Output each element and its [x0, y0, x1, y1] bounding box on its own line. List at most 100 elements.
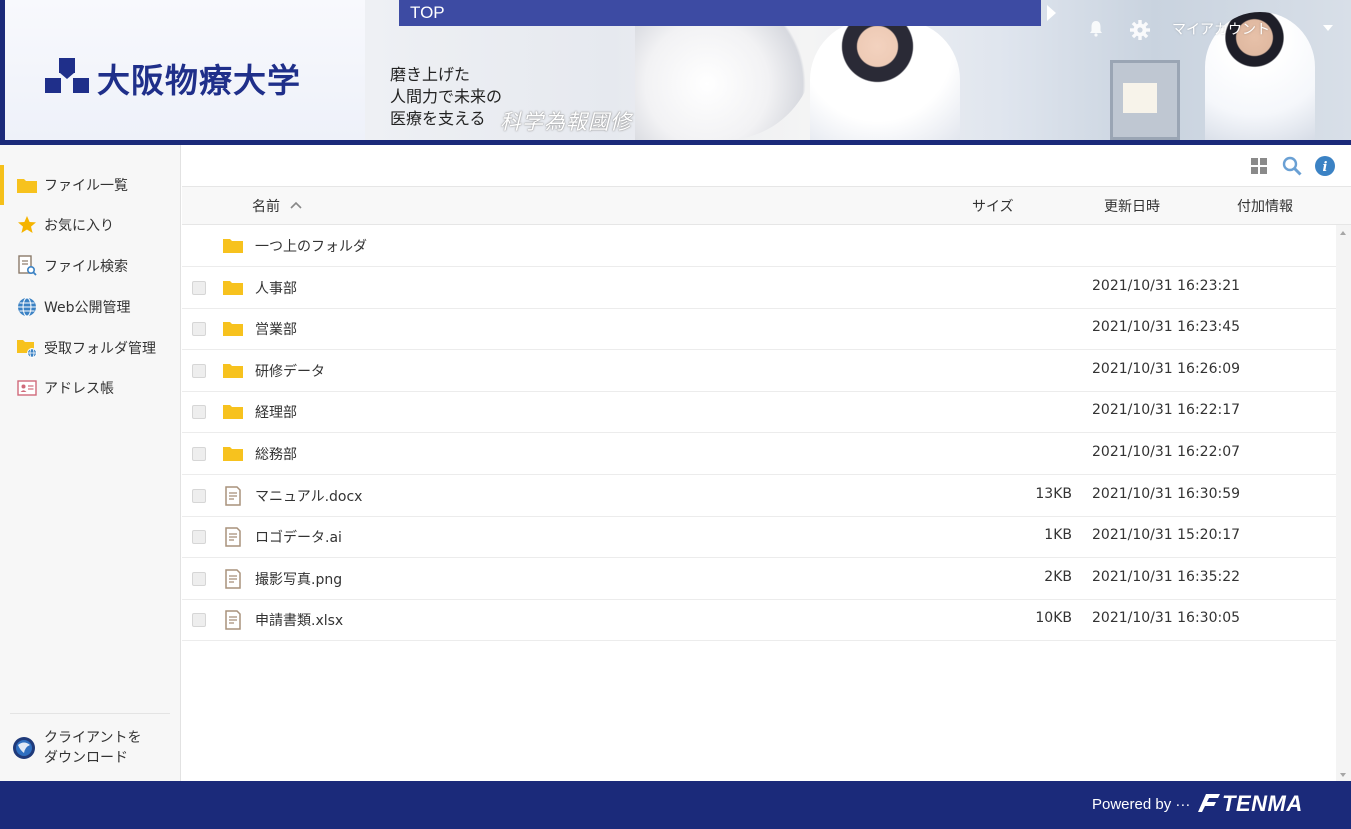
column-header: 名前 サイズ 更新日時 付加情報: [182, 187, 1351, 225]
client-download-line: ダウンロード: [44, 750, 128, 766]
row-name[interactable]: 経理部: [255, 402, 297, 422]
sidebar-item-receive-folder[interactable]: 受取フォルダ管理: [0, 328, 181, 368]
sort-ascending-icon[interactable]: [290, 201, 302, 209]
row-checkbox[interactable]: [192, 572, 206, 586]
my-account-menu[interactable]: マイアカウント: [1172, 19, 1270, 39]
motto: 科学為報國修: [500, 110, 632, 134]
gear-icon[interactable]: [1129, 19, 1151, 41]
row-name[interactable]: ロゴデータ.ai: [255, 527, 342, 547]
catchphrase-line: 磨き上げた: [390, 65, 471, 84]
top-bar-arrow-icon: [1047, 5, 1056, 21]
folder-row[interactable]: 人事部 2021/10/31 16:23:21: [182, 267, 1336, 309]
row-name[interactable]: 申請書類.xlsx: [255, 610, 343, 630]
row-name[interactable]: 総務部: [255, 444, 297, 464]
row-checkbox[interactable]: [192, 281, 206, 295]
sidebar-item-label: ファイル検索: [44, 259, 128, 275]
folder-row[interactable]: 研修データ 2021/10/31 16:26:09: [182, 350, 1336, 392]
row-checkbox[interactable]: [192, 613, 206, 627]
row-checkbox[interactable]: [192, 405, 206, 419]
document-icon: [225, 610, 241, 630]
row-name[interactable]: 人事部: [255, 278, 297, 298]
sidebar-item-label: アドレス帳: [44, 381, 114, 397]
row-name[interactable]: 一つ上のフォルダ: [255, 236, 367, 256]
university-logo-icon: [45, 58, 89, 93]
file-row[interactable]: 撮影写真.png 2KB 2021/10/31 16:35:22: [182, 558, 1336, 600]
photo-monitor: [1110, 60, 1180, 140]
folder-globe-icon: [16, 337, 38, 359]
row-checkbox[interactable]: [192, 489, 206, 503]
row-checkbox[interactable]: [192, 322, 206, 336]
document-icon: [225, 527, 241, 547]
file-row[interactable]: マニュアル.docx 13KB 2021/10/31 16:30:59: [182, 475, 1336, 517]
row-name[interactable]: 撮影写真.png: [255, 569, 342, 589]
scroll-up-icon[interactable]: [1340, 231, 1346, 235]
sidebar-item-web-publish[interactable]: Web公開管理: [0, 287, 181, 327]
row-date: 2021/10/31 16:23:45: [1092, 319, 1241, 335]
folder-icon: [223, 322, 243, 336]
sidebar: ファイル一覧 お気に入り ファイル検索 Web公開管理 受取フォルダ管理 アドレ…: [0, 145, 181, 781]
university-logo-text: 大阪物療大学: [97, 61, 301, 100]
file-search-icon: [16, 255, 38, 277]
file-row[interactable]: ロゴデータ.ai 1KB 2021/10/31 15:20:17: [182, 516, 1336, 558]
tenma-logo-icon: [1198, 794, 1220, 812]
folder-icon: [16, 174, 38, 196]
row-size: 13KB: [1035, 486, 1072, 502]
address-card-icon: [16, 377, 38, 399]
sidebar-item-favorites[interactable]: お気に入り: [0, 205, 181, 245]
row-checkbox[interactable]: [192, 447, 206, 461]
row-name[interactable]: 営業部: [255, 319, 297, 339]
document-icon: [225, 569, 241, 589]
column-size[interactable]: サイズ: [972, 196, 1014, 216]
sidebar-item-file-list[interactable]: ファイル一覧: [0, 165, 181, 205]
tenma-logo[interactable]: TENMA: [1196, 791, 1303, 817]
folder-row[interactable]: 一つ上のフォルダ: [182, 225, 1336, 267]
file-list: 一つ上のフォルダ 人事部 2021/10/31 16:23:21 営業部 2021/10…: [182, 225, 1336, 781]
powered-by-label: Powered by: [1092, 796, 1172, 813]
footer: Powered by ··· TENMA: [0, 781, 1351, 829]
column-modified[interactable]: 更新日時: [1104, 196, 1160, 216]
tenma-brand: TENMA: [1222, 791, 1303, 816]
bell-icon[interactable]: [1087, 19, 1105, 37]
row-checkbox[interactable]: [192, 530, 206, 544]
sidebar-item-address-book[interactable]: アドレス帳: [0, 368, 181, 408]
client-download-icon: [13, 737, 35, 759]
row-size: 2KB: [1044, 569, 1072, 585]
sidebar-item-label: お気に入り: [44, 218, 114, 234]
star-icon: [16, 214, 38, 236]
folder-row[interactable]: 営業部 2021/10/31 16:23:45: [182, 308, 1336, 350]
row-date: 2021/10/31 16:23:21: [1092, 278, 1241, 294]
row-name[interactable]: 研修データ: [255, 361, 325, 381]
row-date: 2021/10/31 16:30:05: [1092, 610, 1241, 626]
vertical-scrollbar[interactable]: [1336, 225, 1351, 781]
column-extra[interactable]: 付加情報: [1237, 196, 1293, 216]
file-row[interactable]: 申請書類.xlsx 10KB 2021/10/31 16:30:05: [182, 599, 1336, 641]
row-date: 2021/10/31 15:20:17: [1092, 527, 1241, 543]
grid-view-icon[interactable]: [1249, 156, 1269, 176]
toolbar: i: [182, 145, 1351, 187]
photo-person-left: [810, 20, 960, 140]
sidebar-item-file-search[interactable]: ファイル検索: [0, 246, 181, 286]
column-name[interactable]: 名前: [252, 196, 280, 216]
powered-by-text: Powered by ···: [1092, 796, 1191, 813]
catchphrase: 磨き上げた 人間力で未来の 医療を支える: [390, 64, 502, 130]
chevron-down-icon[interactable]: [1323, 25, 1333, 31]
row-date: 2021/10/31 16:35:22: [1092, 569, 1241, 585]
catchphrase-line: 医療を支える: [390, 109, 486, 128]
client-download-line: クライアントを: [44, 730, 142, 746]
logo-area: 大阪物療大学: [5, 0, 365, 140]
globe-icon: [16, 296, 38, 318]
folder-icon: [223, 364, 243, 378]
top-link[interactable]: TOP: [399, 0, 1041, 26]
row-checkbox[interactable]: [192, 364, 206, 378]
scroll-down-icon[interactable]: [1340, 773, 1346, 777]
folder-icon: [223, 281, 243, 295]
row-name[interactable]: マニュアル.docx: [255, 486, 362, 506]
folder-row[interactable]: 総務部 2021/10/31 16:22:07: [182, 433, 1336, 475]
sidebar-divider: [10, 713, 170, 714]
client-download-button[interactable]: クライアントを ダウンロード: [12, 726, 172, 770]
row-date: 2021/10/31 16:26:09: [1092, 361, 1241, 377]
folder-row[interactable]: 経理部 2021/10/31 16:22:17: [182, 391, 1336, 433]
info-icon[interactable]: i: [1315, 156, 1335, 176]
header-left-border: [0, 0, 5, 140]
search-icon[interactable]: [1282, 156, 1302, 176]
